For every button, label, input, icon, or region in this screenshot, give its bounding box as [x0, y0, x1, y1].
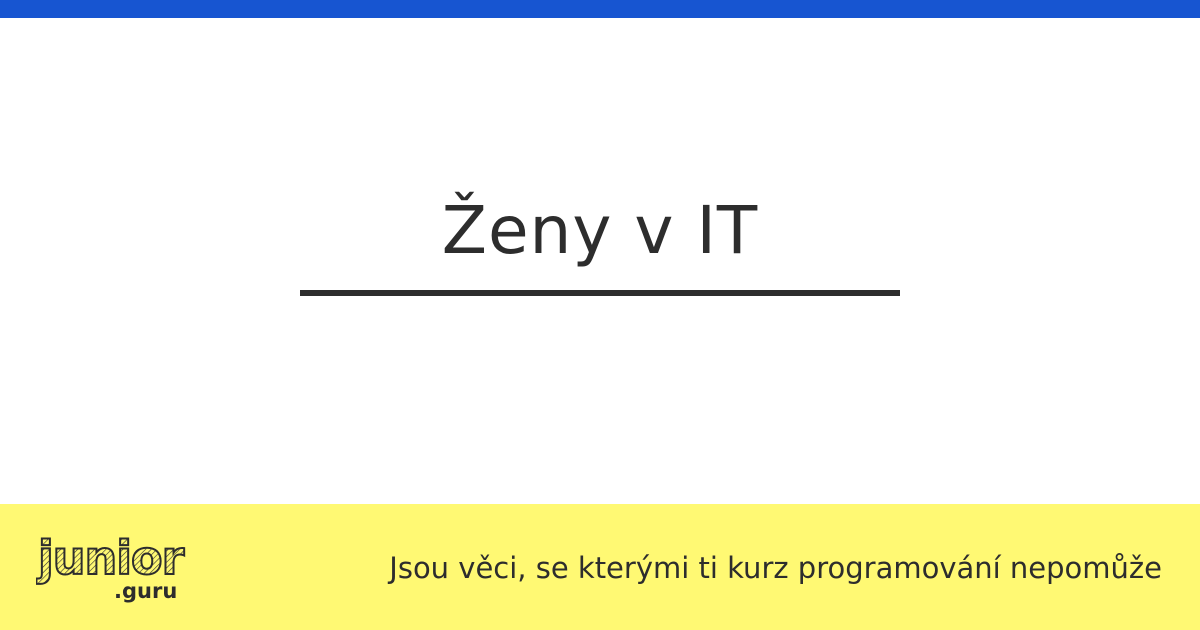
- footer-banner: junior .guru Jsou věci, se kterými ti ku…: [0, 504, 1200, 630]
- page-title: Ženy v IT: [441, 192, 759, 269]
- logo-wordmark: junior: [36, 534, 185, 585]
- top-accent-bar: [0, 0, 1200, 18]
- logo-domain: .guru: [114, 579, 177, 603]
- junior-guru-logo: junior .guru: [36, 534, 187, 603]
- tagline: Jsou věci, se kterými ti kurz programová…: [389, 551, 1162, 585]
- title-underline: [300, 290, 900, 296]
